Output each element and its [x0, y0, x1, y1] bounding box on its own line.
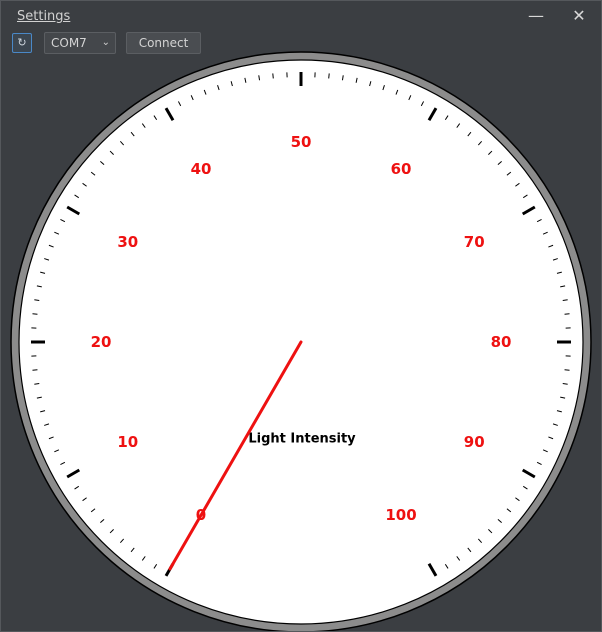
tick-label: 70	[464, 233, 485, 251]
tick-label: 20	[91, 333, 112, 351]
minor-tick	[272, 73, 274, 79]
minor-tick	[32, 313, 38, 315]
tick-label: 60	[391, 160, 412, 178]
tick-label: 50	[291, 133, 312, 151]
tick-label: 40	[191, 160, 212, 178]
minor-tick	[564, 313, 570, 315]
gauge-title: Light Intensity	[248, 432, 356, 447]
light-intensity-gauge: 0102030405060708090100Light Intensity	[10, 51, 592, 631]
tick-label: 30	[117, 233, 138, 251]
tick-label: 90	[464, 433, 485, 451]
app-window: Settings — ✕ ↻ COM7 ⌄ Connect 0102030405…	[0, 0, 602, 632]
tick-label: 10	[117, 433, 138, 451]
tick-label: 100	[385, 506, 416, 524]
minor-tick	[328, 73, 330, 79]
minor-tick	[32, 369, 38, 371]
minor-tick	[564, 369, 570, 371]
tick-label: 80	[491, 333, 512, 351]
